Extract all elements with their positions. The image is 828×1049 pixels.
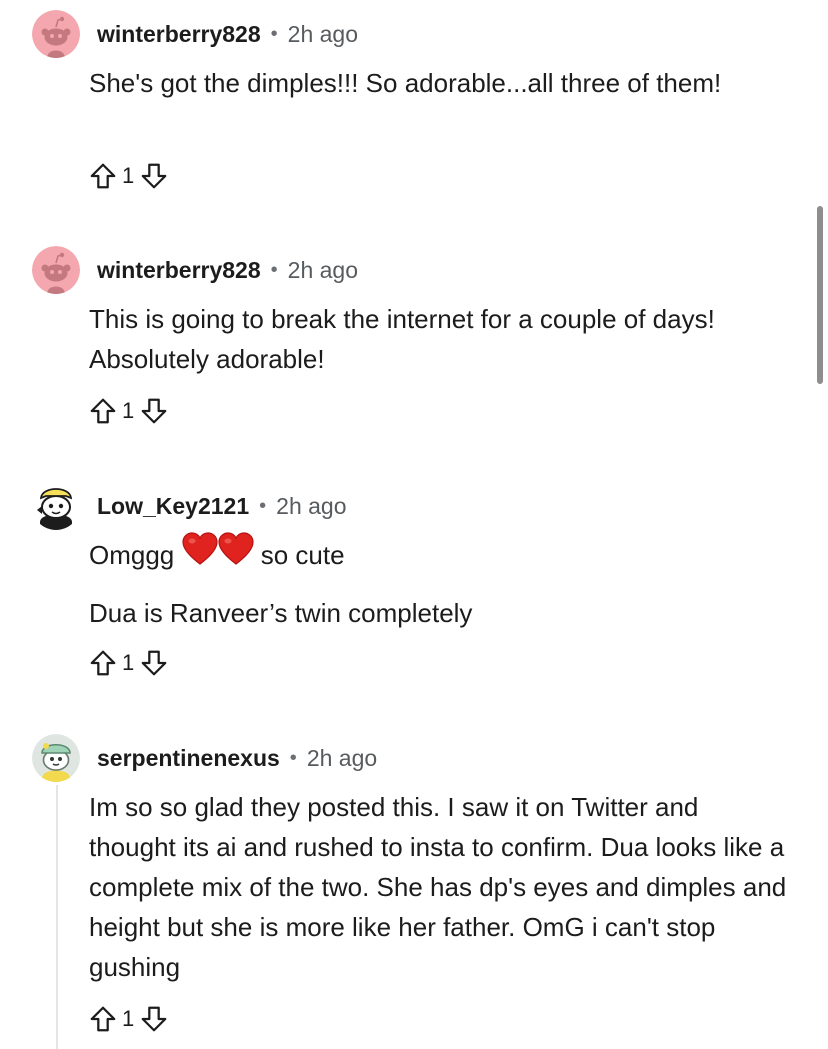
comment-meta: winterberry828 • 2h ago bbox=[97, 250, 358, 290]
comment-text: so cute bbox=[260, 540, 345, 570]
upvote-icon[interactable] bbox=[87, 395, 119, 427]
separator-dot: • bbox=[289, 746, 297, 769]
vote-bar: 1 bbox=[87, 158, 170, 194]
snoo-avatar-pink-icon[interactable] bbox=[32, 10, 80, 58]
vote-count: 1 bbox=[122, 163, 135, 188]
downvote-icon[interactable] bbox=[138, 395, 170, 427]
downvote-icon[interactable] bbox=[138, 160, 170, 192]
snoo-avatar-green-hat-icon[interactable] bbox=[32, 734, 80, 782]
vote-count: 1 bbox=[122, 1006, 135, 1031]
comment-text: She's got the dimples!!! So adorable...a… bbox=[89, 68, 722, 98]
comment-meta: serpentinenexus • 2h ago bbox=[97, 738, 377, 778]
red-heart-icon bbox=[218, 532, 254, 577]
comment-body: This is going to break the internet for … bbox=[89, 299, 789, 379]
separator-dot: • bbox=[259, 494, 267, 517]
comment-text: Im so so glad they posted this. I saw it… bbox=[89, 792, 787, 982]
comment-text: Omggg bbox=[89, 540, 175, 570]
timestamp[interactable]: 2h ago bbox=[288, 257, 358, 284]
separator-dot: • bbox=[270, 22, 278, 45]
vote-bar: 1 bbox=[87, 645, 170, 681]
downvote-icon[interactable] bbox=[138, 1003, 170, 1035]
username[interactable]: winterberry828 bbox=[97, 257, 261, 284]
comment-line: Omggg so cute bbox=[89, 535, 789, 577]
timestamp[interactable]: 2h ago bbox=[276, 493, 346, 520]
upvote-icon[interactable] bbox=[87, 1003, 119, 1035]
comment-body: Omggg so cute Dua is Ranveer’s twin comp… bbox=[89, 535, 789, 633]
vote-count: 1 bbox=[122, 398, 135, 423]
comment-body: Im so so glad they posted this. I saw it… bbox=[89, 787, 789, 987]
vote-count: 1 bbox=[122, 650, 135, 675]
comment-meta: Low_Key2121 • 2h ago bbox=[97, 486, 347, 526]
snoo-avatar-yellow-hat-icon[interactable] bbox=[32, 482, 80, 530]
timestamp[interactable]: 2h ago bbox=[288, 21, 358, 48]
separator-dot: • bbox=[270, 258, 278, 281]
scrollbar-thumb[interactable] bbox=[817, 206, 823, 384]
comment-line: Dua is Ranveer’s twin completely bbox=[89, 597, 473, 628]
upvote-icon[interactable] bbox=[87, 160, 119, 192]
vote-bar: 1 bbox=[87, 1001, 170, 1037]
username[interactable]: Low_Key2121 bbox=[97, 493, 249, 520]
thread-line[interactable] bbox=[56, 785, 58, 1049]
username[interactable]: winterberry828 bbox=[97, 21, 261, 48]
timestamp[interactable]: 2h ago bbox=[307, 745, 377, 772]
snoo-avatar-pink-icon[interactable] bbox=[32, 246, 80, 294]
upvote-icon[interactable] bbox=[87, 647, 119, 679]
comment-body: She's got the dimples!!! So adorable...a… bbox=[89, 63, 789, 103]
downvote-icon[interactable] bbox=[138, 647, 170, 679]
red-heart-icon bbox=[182, 532, 218, 577]
comment-meta: winterberry828 • 2h ago bbox=[97, 14, 358, 54]
comment-text: This is going to break the internet for … bbox=[89, 304, 715, 374]
username[interactable]: serpentinenexus bbox=[97, 745, 280, 772]
vote-bar: 1 bbox=[87, 393, 170, 429]
